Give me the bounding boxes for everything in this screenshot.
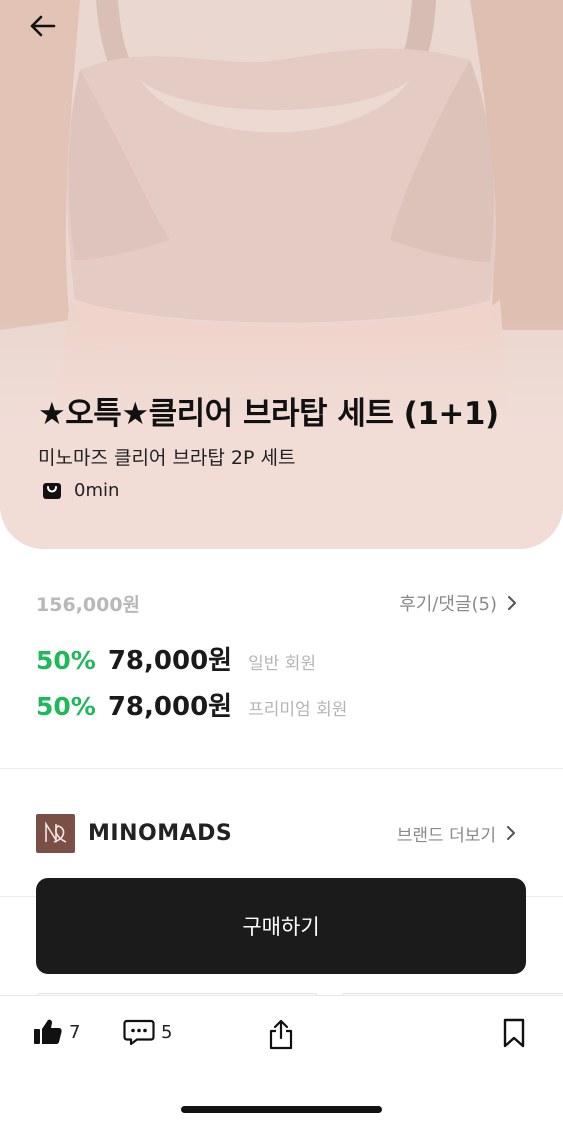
brand-monogram-icon bbox=[44, 821, 66, 843]
bookmark-icon bbox=[503, 1018, 525, 1048]
home-indicator[interactable] bbox=[181, 1106, 382, 1113]
member-tier-label: 프리미엄 회원 bbox=[248, 700, 348, 720]
bottom-action-bar: 7 5 bbox=[0, 995, 563, 1125]
buy-button-label: 구매하기 bbox=[242, 915, 320, 939]
like-button[interactable]: 7 bbox=[33, 1018, 80, 1046]
price-row-regular: 50% 78,000원 일반 회원 bbox=[36, 640, 316, 677]
review-link-label: 후기/댓글(5) bbox=[399, 594, 497, 615]
brand-logo bbox=[36, 813, 75, 853]
time-label: 0min bbox=[74, 480, 120, 501]
time-indicator: 0min bbox=[42, 480, 119, 501]
member-tier-label: 일반 회원 bbox=[248, 654, 317, 674]
comment-icon bbox=[123, 1019, 155, 1046]
share-button[interactable] bbox=[267, 1018, 295, 1050]
sale-price: 78,000원 bbox=[107, 692, 233, 722]
thumbs-up-icon bbox=[34, 1019, 62, 1044]
original-price: 156,000원 bbox=[36, 594, 141, 616]
buy-button[interactable]: 구매하기 bbox=[36, 878, 526, 974]
product-hero: ★오특★클리어 브라탑 세트 (1+1) 미노마즈 클리어 브라탑 2P 세트 … bbox=[0, 0, 563, 549]
brand-more-link[interactable]: 브랜드 더보기 bbox=[397, 821, 526, 846]
brand-row[interactable]: MINOMADS 브랜드 더보기 bbox=[36, 813, 526, 853]
bookmark-button[interactable] bbox=[502, 1018, 526, 1048]
price-row-premium: 50% 78,000원 프리미엄 회원 bbox=[36, 686, 347, 723]
brand-name: MINOMADS bbox=[88, 820, 233, 846]
chevron-right-icon bbox=[507, 826, 515, 840]
review-link[interactable]: 후기/댓글(5) bbox=[399, 590, 517, 616]
sale-price: 78,000원 bbox=[107, 646, 233, 676]
discount-percent: 50% bbox=[36, 692, 96, 721]
brand-more-label: 브랜드 더보기 bbox=[396, 825, 496, 846]
product-subtitle: 미노마즈 클리어 브라탑 2P 세트 bbox=[38, 447, 296, 469]
back-button[interactable] bbox=[24, 8, 60, 44]
like-count: 7 bbox=[69, 1021, 81, 1043]
share-icon bbox=[269, 1019, 293, 1050]
section-divider bbox=[0, 768, 563, 769]
comment-button[interactable]: 5 bbox=[123, 1018, 172, 1046]
product-title: ★오특★클리어 브라탑 세트 (1+1) bbox=[38, 396, 499, 432]
timer-badge-icon bbox=[43, 482, 61, 499]
comment-count: 5 bbox=[161, 1021, 173, 1043]
discount-percent: 50% bbox=[36, 646, 96, 675]
chevron-right-icon bbox=[508, 596, 516, 610]
hero-fade bbox=[0, 319, 563, 549]
back-arrow-icon bbox=[30, 15, 56, 37]
